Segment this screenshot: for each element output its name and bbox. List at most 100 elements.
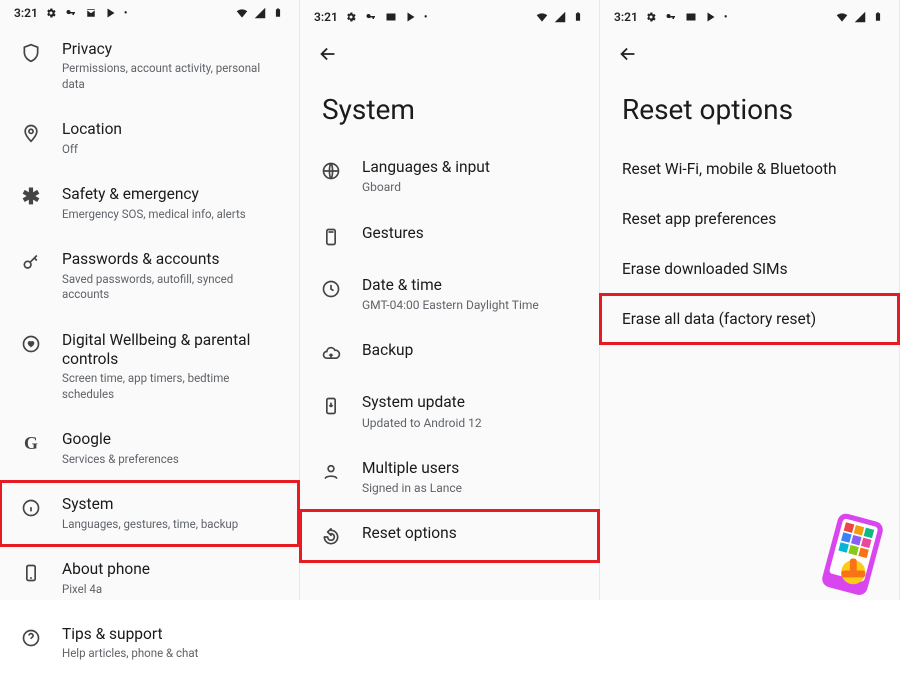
- item-sub: Off: [62, 142, 279, 158]
- key-icon: [20, 252, 42, 274]
- system-item-users[interactable]: Multiple users Signed in as Lance: [300, 445, 599, 511]
- item-title: Safety & emergency: [62, 185, 279, 204]
- settings-item-safety[interactable]: ✱ Safety & emergencyEmergency SOS, medic…: [0, 171, 299, 236]
- heart-icon: [20, 333, 42, 355]
- item-sub: Saved passwords, autofill, synced accoun…: [62, 272, 279, 303]
- play-icon: [404, 10, 418, 24]
- item-sub: Help articles, phone & chat: [62, 646, 279, 662]
- status-bar: 3:21 •: [0, 0, 299, 20]
- item-title: Privacy: [62, 40, 279, 59]
- reset-item-sims[interactable]: Erase downloaded SIMs: [600, 244, 899, 294]
- globe-icon: [320, 160, 342, 182]
- item-sub: GMT-04:00 Eastern Daylight Time: [362, 297, 579, 313]
- reset-list: Reset Wi-Fi, mobile & Bluetooth Reset ap…: [600, 144, 899, 344]
- mail-icon: [384, 10, 398, 24]
- shield-icon: [20, 42, 42, 64]
- item-title: Multiple users: [362, 459, 579, 478]
- system-item-reset[interactable]: Reset options: [300, 510, 599, 562]
- item-title: Date & time: [362, 276, 579, 295]
- item-title: Google: [62, 430, 279, 449]
- status-time: 3:21: [614, 10, 638, 24]
- asterisk-icon: ✱: [20, 187, 42, 209]
- play-icon: [104, 6, 118, 20]
- battery-icon: [571, 10, 585, 24]
- item-title: System: [62, 495, 279, 514]
- item-title: Tips & support: [62, 625, 279, 644]
- reset-item-wifi[interactable]: Reset Wi-Fi, mobile & Bluetooth: [600, 144, 899, 194]
- pin-icon: [20, 122, 42, 144]
- battery-icon: [871, 10, 885, 24]
- system-item-update[interactable]: System update Updated to Android 12: [300, 379, 599, 445]
- status-bar: 3:21 •: [600, 0, 899, 28]
- settings-list: Privacy Permissions, account activity, pe…: [0, 20, 299, 676]
- g-icon: G: [20, 432, 42, 454]
- item-sub: Languages, gestures, time, backup: [62, 517, 279, 533]
- users-icon: [320, 461, 342, 483]
- item-sub: Gboard: [362, 179, 579, 195]
- system-list: Languages & input Gboard Gestures Date & …: [300, 144, 599, 562]
- item-title: Digital Wellbeing & parental controls: [62, 331, 279, 370]
- settings-item-google[interactable]: G Google Services & preferences: [0, 416, 299, 481]
- item-sub: Services & preferences: [62, 452, 279, 468]
- key-icon: [664, 10, 678, 24]
- item-title: Gestures: [362, 224, 579, 243]
- signal-icon: [553, 10, 567, 24]
- status-bar: 3:21 •: [300, 0, 599, 28]
- item-title: Passwords & accounts: [62, 250, 279, 269]
- item-title: System update: [362, 393, 579, 412]
- system-item-gestures[interactable]: Gestures: [300, 210, 599, 262]
- dot-icon: •: [424, 12, 428, 23]
- info-icon: [20, 497, 42, 519]
- system-item-languages[interactable]: Languages & input Gboard: [300, 144, 599, 210]
- page-title: System: [300, 75, 599, 144]
- settings-item-system[interactable]: System Languages, gestures, time, backup: [0, 481, 299, 546]
- reset-item-apps[interactable]: Reset app preferences: [600, 194, 899, 244]
- back-button[interactable]: [316, 42, 340, 66]
- settings-main-pane: 3:21 • Privacy Permissions, account activ…: [0, 0, 300, 600]
- item-title: Languages & input: [362, 158, 579, 177]
- settings-item-tips[interactable]: Tips & support Help articles, phone & cha…: [0, 611, 299, 676]
- settings-item-passwords[interactable]: Passwords & accounts Saved passwords, aut…: [0, 236, 299, 316]
- back-button[interactable]: [616, 42, 640, 66]
- gear-icon: [44, 6, 58, 20]
- reset-icon: [320, 526, 342, 548]
- system-item-datetime[interactable]: Date & time GMT-04:00 Eastern Daylight Ti…: [300, 262, 599, 328]
- status-time: 3:21: [314, 10, 338, 24]
- help-icon: [20, 627, 42, 649]
- item-sub: Permissions, account activity, personal …: [62, 61, 279, 92]
- item-title: About phone: [62, 560, 279, 579]
- wifi-icon: [535, 10, 549, 24]
- dot-icon: •: [124, 8, 128, 19]
- signal-icon: [853, 10, 867, 24]
- settings-item-location[interactable]: Location Off: [0, 106, 299, 171]
- settings-item-wellbeing[interactable]: Digital Wellbeing & parental controlsScr…: [0, 317, 299, 417]
- status-time: 3:21: [14, 6, 38, 20]
- item-sub: Updated to Android 12: [362, 415, 579, 431]
- play-icon: [704, 10, 718, 24]
- item-sub: Screen time, app timers, bedtime schedul…: [62, 371, 279, 402]
- item-title: Reset options: [362, 524, 579, 543]
- key-icon: [64, 6, 78, 20]
- mail-icon: [84, 6, 98, 20]
- item-title: Location: [62, 120, 279, 139]
- settings-item-about[interactable]: About phone Pixel 4a: [0, 546, 299, 611]
- wifi-icon: [835, 10, 849, 24]
- page-title: Reset options: [600, 75, 899, 144]
- mail-icon: [684, 10, 698, 24]
- item-sub: Signed in as Lance: [362, 480, 579, 496]
- reset-item-factory[interactable]: Erase all data (factory reset): [600, 294, 899, 344]
- reset-options-pane: 3:21 • Reset options Reset Wi-Fi, mobile…: [600, 0, 900, 600]
- gear-icon: [644, 10, 658, 24]
- item-sub: Pixel 4a: [62, 582, 279, 598]
- item-title: Backup: [362, 341, 579, 360]
- update-icon: [320, 395, 342, 417]
- key-icon: [364, 10, 378, 24]
- gear-icon: [344, 10, 358, 24]
- dot-icon: •: [724, 12, 728, 23]
- wifi-icon: [235, 6, 249, 20]
- system-pane: 3:21 • System Languages & input Gboard Ge…: [300, 0, 600, 600]
- cloud-icon: [320, 343, 342, 365]
- settings-item-privacy[interactable]: Privacy Permissions, account activity, pe…: [0, 26, 299, 106]
- system-item-backup[interactable]: Backup: [300, 327, 599, 379]
- clock-icon: [320, 278, 342, 300]
